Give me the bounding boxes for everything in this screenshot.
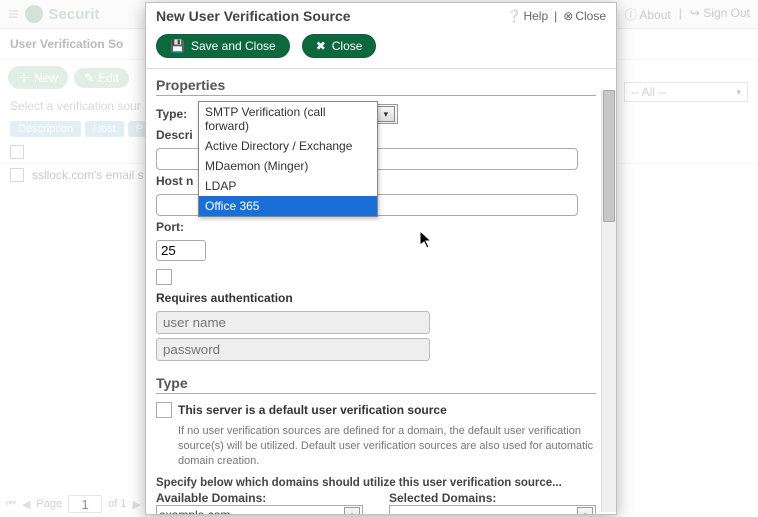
modal-scrollbar-thumb[interactable]: [603, 90, 615, 222]
close-button[interactable]: ✖ Close: [302, 34, 377, 58]
modal-toolbar: 💾 Save and Close ✖ Close: [146, 28, 616, 68]
save-and-close-button[interactable]: 💾 Save and Close: [156, 34, 290, 58]
help-icon: ❔: [506, 9, 521, 23]
port-label: Port:: [156, 220, 184, 234]
type-option-smtp[interactable]: SMTP Verification (call forward): [199, 102, 377, 136]
default-source-checkbox[interactable]: [156, 402, 172, 418]
type-heading: Type: [156, 375, 596, 394]
modal-title: New User Verification Source: [156, 8, 351, 24]
close-circle-icon: ✖: [316, 39, 326, 53]
properties-heading: Properties: [156, 77, 596, 96]
default-source-label: This server is a default user verificati…: [178, 403, 447, 417]
chevron-down-icon: ▾: [377, 106, 395, 122]
port-row: Port:: [156, 220, 596, 261]
type-option-ldap[interactable]: LDAP: [199, 176, 377, 196]
requires-auth-label: Requires authentication: [156, 291, 596, 305]
type-option-mdaemon[interactable]: MDaemon (Minger): [199, 156, 377, 176]
requires-auth-checkbox[interactable]: [156, 269, 172, 285]
save-icon: 💾: [170, 39, 185, 53]
type-option-ad[interactable]: Active Directory / Exchange: [199, 136, 377, 156]
close-icon: ⊗: [563, 9, 573, 23]
scroll-up-icon[interactable]: ▴: [344, 507, 360, 514]
close-link[interactable]: ⊗Close: [563, 9, 606, 23]
description-label: Descri: [156, 128, 193, 142]
type-option-office365[interactable]: Office 365: [199, 196, 377, 216]
available-domain-item[interactable]: example.com: [159, 508, 230, 514]
hostname-label: Host n: [156, 174, 193, 188]
default-source-note: If no user verification sources are defi…: [178, 424, 596, 469]
modal-header-actions: ❔Help | ⊗Close: [506, 9, 606, 23]
domains-columns: Available Domains: example.com ▴ Selecte…: [156, 491, 596, 514]
modal-header: New User Verification Source ❔Help | ⊗Cl…: [146, 3, 616, 28]
new-user-verification-modal: New User Verification Source ❔Help | ⊗Cl…: [145, 2, 617, 515]
modal-scrollbar[interactable]: [601, 90, 616, 512]
type-dropdown: SMTP Verification (call forward) Active …: [198, 101, 378, 217]
selected-domains-label: Selected Domains:: [389, 491, 596, 505]
modal-body: Properties Type: SMTP Verification (call…: [146, 68, 616, 514]
selected-domains-list[interactable]: ▴: [389, 505, 596, 514]
username-input: [156, 311, 430, 334]
app-root: ≡ Securit ⓘ About | ↪ Sign Out User Veri…: [0, 0, 758, 517]
available-domains-label: Available Domains:: [156, 491, 363, 505]
port-input[interactable]: [156, 240, 206, 261]
specify-note: Specify below which domains should utili…: [156, 477, 596, 489]
help-link[interactable]: ❔Help: [506, 9, 548, 23]
scroll-up-icon[interactable]: ▴: [577, 507, 593, 514]
available-domains-list[interactable]: example.com ▴: [156, 505, 363, 514]
password-input: [156, 338, 430, 361]
type-label: Type:: [156, 107, 196, 121]
